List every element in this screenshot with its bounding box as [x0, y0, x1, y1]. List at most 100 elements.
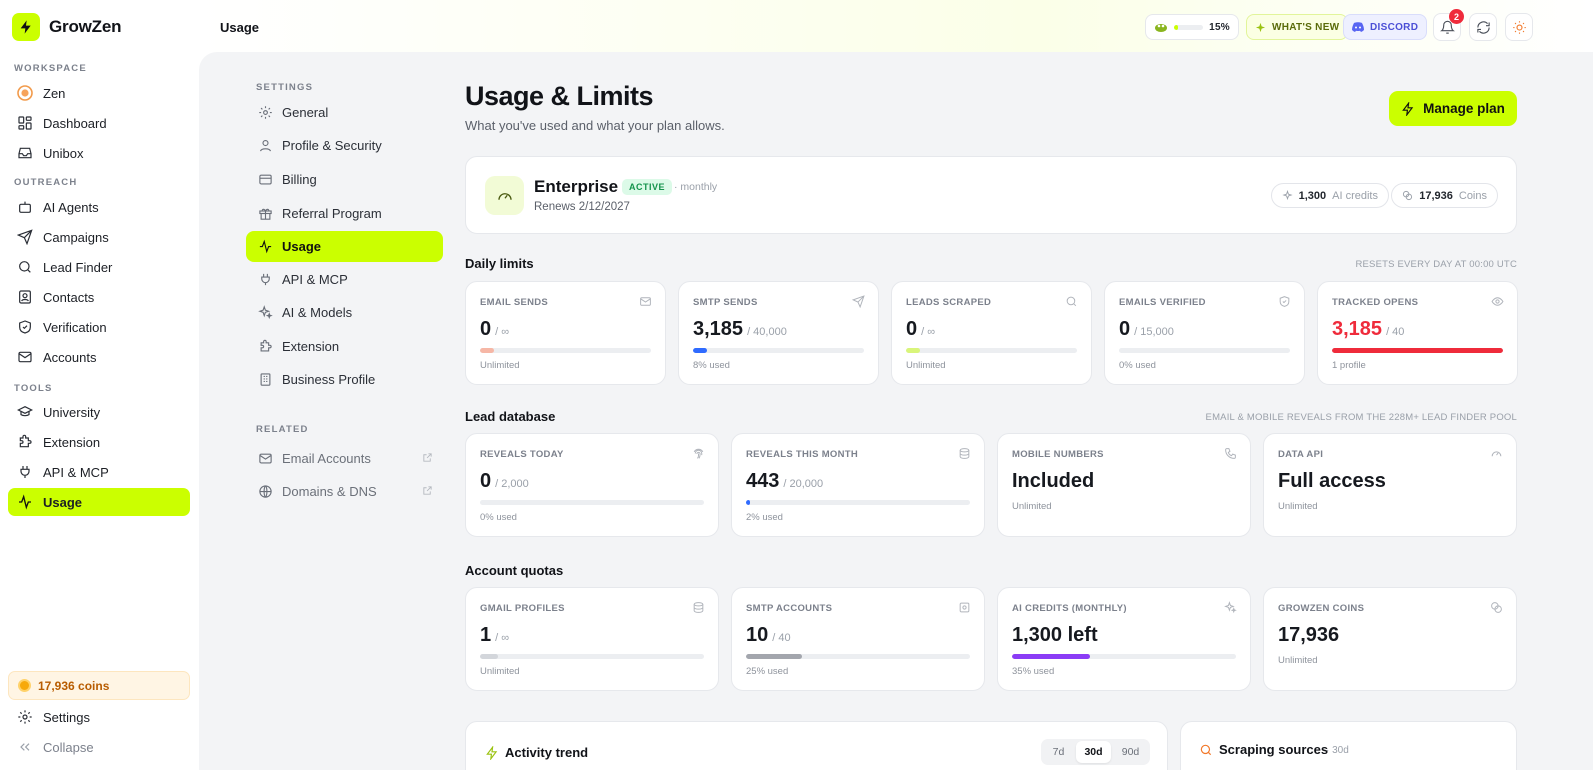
sidebar-item-accounts[interactable]: Accounts	[8, 343, 190, 371]
user-icon	[257, 138, 273, 154]
onboarding-progress-bar	[1174, 24, 1204, 30]
sidebar-item-label: AI Agents	[43, 199, 99, 215]
metric-limit: / 20,000	[783, 478, 824, 490]
metric-limit: / ∞	[921, 326, 936, 338]
metric-label: LEADS SCRAPED	[906, 297, 992, 308]
metric-value-row: Full access	[1278, 470, 1386, 493]
usage-progress-bar	[906, 348, 1077, 353]
usage-progress-bar	[480, 500, 704, 505]
settings-nav-label: Billing	[282, 172, 317, 187]
sidebar-item-university[interactable]: University	[8, 398, 190, 426]
coins-chip[interactable]: 17,936 Coins	[1391, 183, 1498, 208]
metric-note: Unlimited	[1012, 501, 1052, 512]
settings-nav-extension[interactable]: Extension	[246, 331, 443, 362]
metric-note: 1 profile	[1332, 360, 1366, 371]
metric-card-mobile-numbers: MOBILE NUMBERS Included Unlimited	[997, 433, 1251, 537]
related-item-label: Domains & DNS	[282, 484, 377, 499]
sidebar-item-ai-agents[interactable]: AI Agents	[8, 193, 190, 221]
coins-value: 17,936	[1419, 189, 1453, 202]
bolt-logo-icon	[12, 13, 40, 41]
usage-progress-fill	[906, 348, 920, 353]
sidebar-item-extension[interactable]: Extension	[8, 428, 190, 456]
sidebar-item-zen[interactable]: Zen	[8, 79, 190, 107]
usage-progress-fill	[1332, 348, 1503, 353]
settings-nav-general[interactable]: General	[246, 97, 443, 128]
usage-progress-bar	[480, 348, 651, 353]
refresh-button[interactable]	[1469, 13, 1497, 41]
related-item-label: Email Accounts	[282, 451, 371, 466]
range-90d[interactable]: 90d	[1113, 741, 1148, 763]
metric-label: TRACKED OPENS	[1332, 297, 1419, 308]
usage-progress-bar	[746, 654, 970, 659]
metric-card-emails-verified: EMAILS VERIFIED 0/ 15,000 0% used	[1104, 281, 1305, 385]
range-7d[interactable]: 7d	[1043, 741, 1074, 763]
sidebar-item-unibox[interactable]: Unibox	[8, 139, 190, 167]
sidebar-item-api-mcp[interactable]: API & MCP	[8, 458, 190, 486]
sidebar-item-campaigns[interactable]: Campaigns	[8, 223, 190, 251]
settings-nav-referral-program[interactable]: Referral Program	[246, 198, 443, 229]
manage-plan-button[interactable]: Manage plan	[1389, 91, 1517, 126]
server-icon	[958, 601, 971, 614]
coins-balance-pill[interactable]: 17,936 coins	[8, 671, 190, 700]
notifications-button[interactable]: 2	[1433, 9, 1464, 41]
related-heading: RELATED	[256, 424, 309, 435]
related-item-domains-dns[interactable]: Domains & DNS	[246, 476, 443, 507]
sidebar-item-lead-finder[interactable]: Lead Finder	[8, 253, 190, 281]
metric-label: EMAILS VERIFIED	[1119, 297, 1206, 308]
metric-note: 8% used	[693, 360, 730, 371]
discord-button[interactable]: DISCORD	[1343, 14, 1428, 40]
range-30d[interactable]: 30d	[1076, 741, 1111, 763]
sparkles-icon	[1281, 190, 1293, 201]
whats-new-button[interactable]: WHAT'S NEW	[1246, 14, 1349, 40]
settings-nav-ai-models[interactable]: AI & Models	[246, 297, 443, 328]
brand[interactable]: GrowZen	[12, 13, 121, 41]
brand-name: GrowZen	[49, 17, 122, 36]
discord-label: DISCORD	[1370, 21, 1419, 33]
mascot-icon	[1154, 21, 1168, 33]
daily-limits-note: RESETS EVERY DAY AT 00:00 UTC	[1355, 259, 1517, 270]
sparkles-icon	[1224, 601, 1237, 614]
settings-nav-label: General	[282, 105, 329, 120]
scraping-sources-card: Scraping sources · 30d	[1180, 721, 1517, 770]
settings-nav-billing[interactable]: Billing	[246, 164, 443, 195]
sidebar-item-contacts[interactable]: Contacts	[8, 283, 190, 311]
settings-nav-heading: SETTINGS	[256, 82, 314, 93]
sidebar-item-label: Accounts	[43, 349, 97, 365]
sidebar-section-tools: TOOLS	[14, 383, 53, 394]
ai-credits-chip[interactable]: 1,300 AI credits	[1270, 183, 1389, 208]
gauge-icon	[485, 176, 524, 215]
metric-value: 3,185	[693, 318, 744, 340]
sidebar-item-usage[interactable]: Usage	[8, 488, 190, 516]
search-icon	[1065, 295, 1078, 308]
sidebar-item-label: University	[43, 404, 101, 420]
settings-nav-usage[interactable]: Usage	[246, 231, 443, 262]
metric-note: Unlimited	[906, 360, 946, 371]
settings-nav-profile-security[interactable]: Profile & Security	[246, 130, 443, 161]
related-item-email-accounts[interactable]: Email Accounts	[246, 443, 443, 474]
metric-value-row: 0/ ∞	[906, 318, 935, 341]
shield-check-icon	[1278, 295, 1291, 308]
metric-limit: / 2,000	[495, 478, 529, 490]
sidebar-collapse-button[interactable]: Collapse	[8, 733, 190, 761]
metric-note: 25% used	[746, 666, 789, 677]
metric-value: 1,300 left	[1012, 624, 1098, 646]
sidebar-item-verification[interactable]: Verification	[8, 313, 190, 341]
metric-limit: / 15,000	[1134, 326, 1174, 338]
ai-credits-value: 1,300	[1298, 189, 1327, 202]
metric-label: GROWZEN COINS	[1278, 603, 1365, 614]
onboarding-progress-pill[interactable]: 15%	[1145, 14, 1239, 40]
onboarding-progress-text: 15%	[1209, 21, 1230, 33]
sidebar-item-dashboard[interactable]: Dashboard	[8, 109, 190, 137]
sidebar-item-label: Campaigns	[43, 229, 109, 245]
notification-count-badge: 2	[1449, 9, 1464, 24]
mail-icon	[257, 451, 273, 467]
settings-nav-api-mcp[interactable]: API & MCP	[246, 264, 443, 295]
activity-icon	[16, 493, 34, 511]
sidebar-item-settings[interactable]: Settings	[8, 703, 190, 731]
settings-nav-business-profile[interactable]: Business Profile	[246, 364, 443, 395]
theme-toggle-button[interactable]	[1505, 13, 1533, 41]
gear-icon	[257, 105, 273, 121]
settings-nav-label: Usage	[282, 239, 322, 254]
coins-balance: 17,936 coins	[38, 678, 110, 693]
lead-database-title: Lead database	[465, 409, 556, 424]
